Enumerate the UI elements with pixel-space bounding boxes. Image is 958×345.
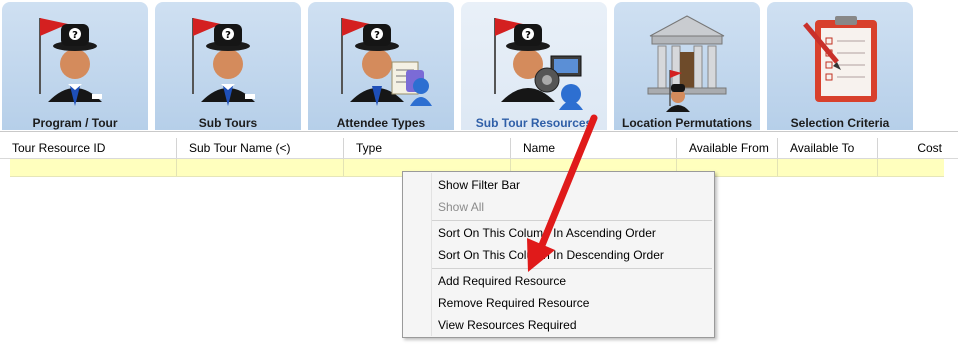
tab-selection-criteria[interactable]: Selection Criteria [767,2,913,130]
menu-item-sort-descending[interactable]: Sort On This Column In Descending Order [404,244,713,266]
column-header-sub-tour-name[interactable]: Sub Tour Name (<) [177,138,344,158]
column-header-name[interactable]: Name [511,138,677,158]
svg-text:?: ? [72,30,78,41]
resources-icon: ? [494,18,583,110]
menu-item-add-required-resource[interactable]: Add Required Resource [404,270,713,292]
tour-guide-icon: ? [39,18,102,106]
column-context-menu: Show Filter Bar Show All Sort On This Co… [402,171,715,338]
grid-header: Tour Resource ID Sub Tour Name (<) Type … [0,138,958,159]
menu-item-view-resources-required[interactable]: View Resources Required [404,314,713,336]
menu-item-show-filter-bar[interactable]: Show Filter Bar [404,174,713,196]
svg-text:?: ? [374,30,380,41]
clipboard-checklist-icon [803,16,877,102]
tab-location-permutations[interactable]: Location Permutations [614,2,760,130]
tour-guide-icon: ? [192,18,255,106]
menu-item-show-all[interactable]: Show All [404,196,713,218]
tab-label: Program / Tour [32,116,118,130]
menu-separator [432,268,712,269]
filter-cell[interactable] [10,159,177,176]
menu-item-sort-ascending[interactable]: Sort On This Column In Ascending Order [404,222,713,244]
column-header-tour-resource-id[interactable]: Tour Resource ID [0,138,177,158]
tab-label: Sub Tours [198,116,258,130]
menu-separator [432,220,712,221]
column-header-type[interactable]: Type [344,138,511,158]
tab-label: Sub Tour Resources [475,116,593,130]
attendee-types-icon: ? [341,18,432,106]
menu-item-remove-required-resource[interactable]: Remove Required Resource [404,292,713,314]
tab-program-tour[interactable]: ? Program / Tour [2,2,148,130]
filter-cell[interactable] [177,159,344,176]
building-icon [647,15,727,112]
tab-label: Location Permutations [621,116,752,130]
tab-label: Attendee Types [336,116,426,130]
column-header-available-to[interactable]: Available To [778,138,878,158]
svg-text:?: ? [225,30,231,41]
tab-attendee-types[interactable]: ? Attendee Types [308,2,454,130]
tab-sub-tour-resources[interactable]: ? Sub Tour Resources [461,2,607,130]
column-header-available-from[interactable]: Available From [677,138,778,158]
tab-sub-tours[interactable]: ? Sub Tours [155,2,301,130]
tab-label: Selection Criteria [790,116,890,130]
tab-strip: ? Program / Tour ? Sub Tours ? Attendee … [0,0,958,131]
svg-text:?: ? [525,30,531,41]
filter-cell[interactable] [778,159,878,176]
column-header-cost[interactable]: Cost [878,138,958,158]
